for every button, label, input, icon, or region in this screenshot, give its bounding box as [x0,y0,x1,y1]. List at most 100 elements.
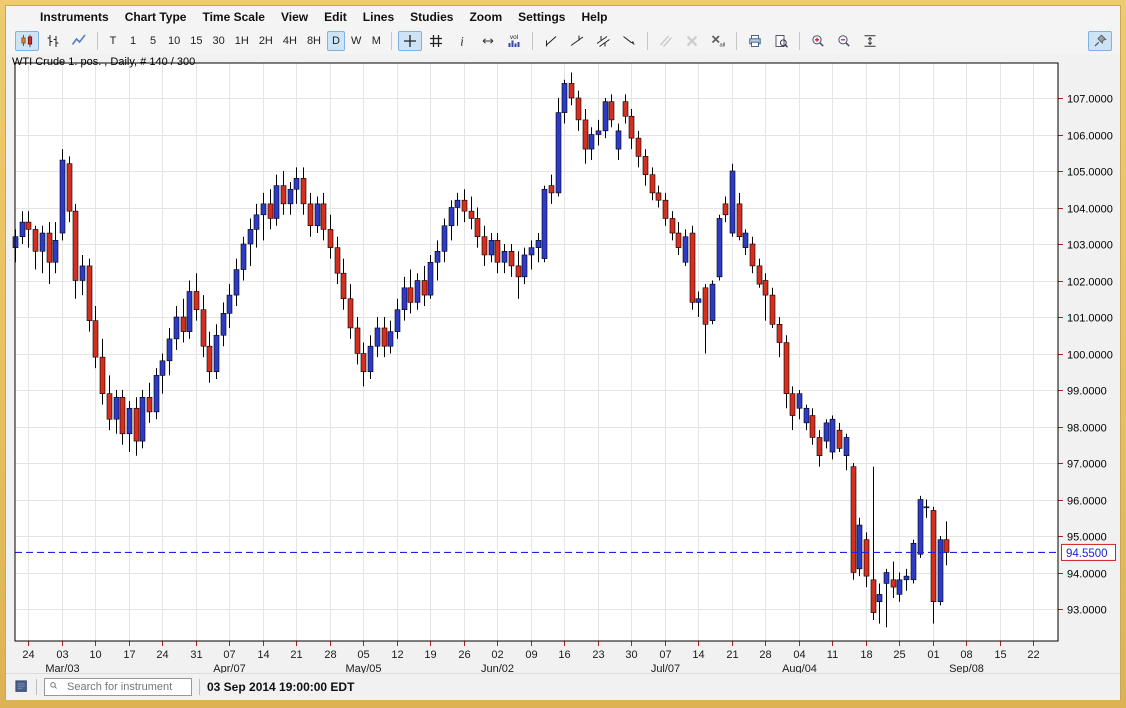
svg-text:97.0000: 97.0000 [1067,459,1107,471]
fit-vertical-button[interactable] [858,31,882,51]
crosshair-button[interactable] [398,31,422,51]
instrument-list-icon[interactable] [15,680,29,694]
candlestick-chart-button[interactable] [15,31,39,51]
svg-text:05: 05 [357,649,369,661]
svg-text:14: 14 [257,649,269,661]
search-box[interactable] [44,678,192,696]
svg-text:16: 16 [558,649,570,661]
delete-all-lines-button[interactable]: all [706,31,730,51]
toolbar: T151015301H2H4H8HDWMivolall [6,28,1120,54]
timeframe-4h-button[interactable]: 4H [279,31,301,51]
svg-text:103.0000: 103.0000 [1067,240,1113,252]
toolbar-separator [736,32,737,50]
grid-button[interactable] [424,31,448,51]
toolbar-separator [97,32,98,50]
timeframe-30m-button[interactable]: 30 [209,31,229,51]
expand-horizontal-button[interactable] [476,31,500,51]
timeframe-monthly-button[interactable]: M [367,31,385,51]
svg-text:18: 18 [860,649,872,661]
svg-text:11: 11 [827,649,838,661]
svg-text:106.0000: 106.0000 [1067,131,1113,143]
search-input[interactable] [65,680,187,694]
svg-text:23: 23 [592,649,604,661]
chart-window: InstrumentsChart TypeTime ScaleViewEditL… [5,5,1121,700]
menu-chart-type[interactable]: Chart Type [117,8,195,26]
trendline-icon [543,33,559,49]
zoom-in-button[interactable] [806,31,830,51]
svg-text:102.0000: 102.0000 [1067,277,1113,289]
timeframe-weekly-button[interactable]: W [347,31,365,51]
timeframe-5m-button[interactable]: 5 [144,31,162,51]
svg-text:100.0000: 100.0000 [1067,350,1113,362]
timeframe-1m-button[interactable]: 1 [124,31,142,51]
parallel-lines-button[interactable] [654,31,678,51]
svg-text:105.0000: 105.0000 [1067,167,1113,179]
svg-text:15: 15 [994,649,1006,661]
info-icon: i [454,33,470,49]
chart-plot[interactable]: 93.000094.000095.000096.000097.000098.00… [13,63,1116,673]
ray-icon [621,33,637,49]
svg-text:93.0000: 93.0000 [1067,605,1107,617]
menu-instruments[interactable]: Instruments [32,8,117,26]
timeframe-10m-button[interactable]: 10 [164,31,184,51]
svg-text:12: 12 [391,649,403,661]
svg-text:i: i [461,35,465,49]
toolbar-separator [799,32,800,50]
timeframe-2h-button[interactable]: 2H [255,31,277,51]
chart-area[interactable]: WTI Crude 1. pos. , Daily, # 140 / 300 9… [6,54,1120,673]
svg-text:10: 10 [89,649,101,661]
ohlc-bars-icon [45,33,61,49]
print-preview-icon [773,33,789,49]
timeframe-tick-button[interactable]: T [104,31,122,51]
menu-view[interactable]: View [273,8,316,26]
svg-text:Jun/02: Jun/02 [481,663,514,673]
svg-text:21: 21 [726,649,738,661]
menu-settings[interactable]: Settings [510,8,573,26]
zoom-in-icon [810,33,826,49]
svg-text:Aug/04: Aug/04 [782,663,817,673]
volume-button[interactable]: vol [502,31,526,51]
zoom-out-button[interactable] [832,31,856,51]
print-preview-button[interactable] [769,31,793,51]
svg-text:99.0000: 99.0000 [1067,386,1107,398]
menu-studies[interactable]: Studies [402,8,461,26]
menu-time-scale[interactable]: Time Scale [194,8,272,26]
menu-edit[interactable]: Edit [316,8,355,26]
delete-line-button[interactable] [680,31,704,51]
svg-text:28: 28 [324,649,336,661]
trendline-button[interactable] [539,31,563,51]
zoom-out-icon [836,33,852,49]
svg-text:01: 01 [927,649,939,661]
pin-icon [1092,33,1108,49]
print-icon [747,33,763,49]
ray-button[interactable] [617,31,641,51]
svg-text:08: 08 [960,649,972,661]
svg-text:94.5500: 94.5500 [1066,548,1108,560]
timeframe-15m-button[interactable]: 15 [186,31,206,51]
svg-text:Mar/03: Mar/03 [45,663,79,673]
volume-icon: vol [506,33,522,49]
svg-text:24: 24 [156,649,168,661]
toolbar-separator [647,32,648,50]
menu-zoom[interactable]: Zoom [461,8,510,26]
print-button[interactable] [743,31,767,51]
parallel-channel-button[interactable] [591,31,615,51]
crosshair-icon [402,33,418,49]
menu-lines[interactable]: Lines [355,8,402,26]
pin-panel-button[interactable] [1088,31,1112,51]
svg-text:04: 04 [793,649,805,661]
timeframe-1h-button[interactable]: 1H [231,31,253,51]
h-expand-icon [480,33,496,49]
candlestick-icon [19,33,35,49]
extended-line-button[interactable] [565,31,589,51]
timeframe-daily-button[interactable]: D [327,31,345,51]
line-chart-button[interactable] [67,31,91,51]
info-button[interactable]: i [450,31,474,51]
chart-title: WTI Crude 1. pos. , Daily, # 140 / 300 [12,56,195,68]
candlestick-chart[interactable]: 93.000094.000095.000096.000097.000098.00… [6,54,1122,673]
menu-help[interactable]: Help [573,8,615,26]
extended-line-icon [569,33,585,49]
timeframe-8h-button[interactable]: 8H [303,31,325,51]
ohlc-bars-button[interactable] [41,31,65,51]
svg-text:25: 25 [893,649,905,661]
